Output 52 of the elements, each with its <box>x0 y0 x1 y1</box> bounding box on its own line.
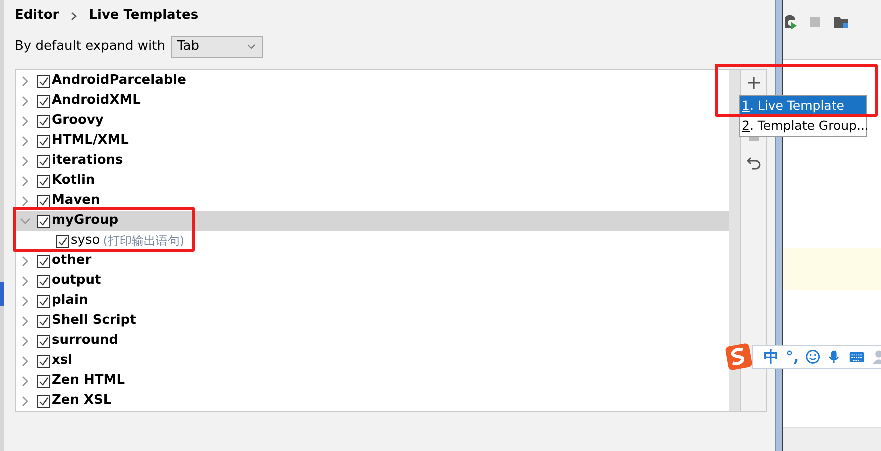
checkbox[interactable] <box>37 314 50 328</box>
checkbox[interactable] <box>37 274 50 288</box>
tree-item-label: Maven <box>52 192 100 210</box>
caret-icon <box>246 44 256 50</box>
microphone-icon[interactable] <box>827 349 842 365</box>
tree-item-label: plain <box>52 292 88 310</box>
tree-item-label: HTML/XML <box>52 132 129 150</box>
tree-item-label: Zen XSL <box>52 392 112 410</box>
debug-run-icon[interactable] <box>783 15 797 31</box>
checkbox[interactable] <box>37 254 50 268</box>
expand-dropdown[interactable]: Tab <box>170 36 263 58</box>
ime-logo-icon[interactable] <box>725 343 753 371</box>
folder-icon[interactable] <box>833 15 849 29</box>
tree-item-label: surround <box>52 332 119 350</box>
expand-label: By default expand with <box>15 38 166 56</box>
menu-item[interactable]: 1. Live Template <box>740 96 866 116</box>
tree-item-label: syso <box>71 232 100 250</box>
tree-item-label: Kotlin <box>52 172 96 190</box>
tree-item-label: Zen HTML <box>52 372 125 390</box>
tree-item-label: iterations <box>52 152 124 170</box>
tree-item-label: xsl <box>52 352 73 370</box>
breadcrumb-current: Live Templates <box>89 7 199 26</box>
checkbox[interactable] <box>37 374 50 388</box>
tree-item-label: AndroidXML <box>52 92 141 110</box>
checkbox[interactable] <box>37 154 50 168</box>
breadcrumb-link[interactable]: Editor <box>15 6 60 26</box>
checkbox[interactable] <box>37 134 50 148</box>
tree-row-selected[interactable]: myGroup <box>16 211 729 231</box>
tree-item-label: Groovy <box>52 112 104 130</box>
template-description: (打印输出语句) <box>103 233 185 250</box>
smiley-icon[interactable] <box>806 349 820 365</box>
chevron-icon <box>71 12 78 20</box>
checkbox[interactable] <box>37 214 50 228</box>
tree-item-label: output <box>52 272 102 290</box>
checkbox[interactable] <box>37 194 50 208</box>
tree-item-label: other <box>52 252 92 270</box>
menu-item[interactable]: 2. Template Group... <box>740 116 866 136</box>
checkbox[interactable] <box>37 94 50 108</box>
tree-item-label: AndroidParcelable <box>52 72 186 90</box>
checkbox[interactable] <box>37 334 50 348</box>
checkbox[interactable] <box>37 354 50 368</box>
scrollbar[interactable] <box>729 70 740 411</box>
ime-label[interactable]: 中 <box>764 346 779 368</box>
checkbox[interactable] <box>37 174 50 188</box>
checkbox[interactable] <box>56 234 69 248</box>
tree-item-label: myGroup <box>52 212 119 230</box>
ime-label[interactable]: °, <box>786 346 800 368</box>
checkbox[interactable] <box>37 294 50 308</box>
checkbox[interactable] <box>37 74 50 88</box>
checkbox[interactable] <box>37 114 50 128</box>
tree-item-label: Shell Script <box>52 312 136 330</box>
checkbox[interactable] <box>37 394 50 408</box>
